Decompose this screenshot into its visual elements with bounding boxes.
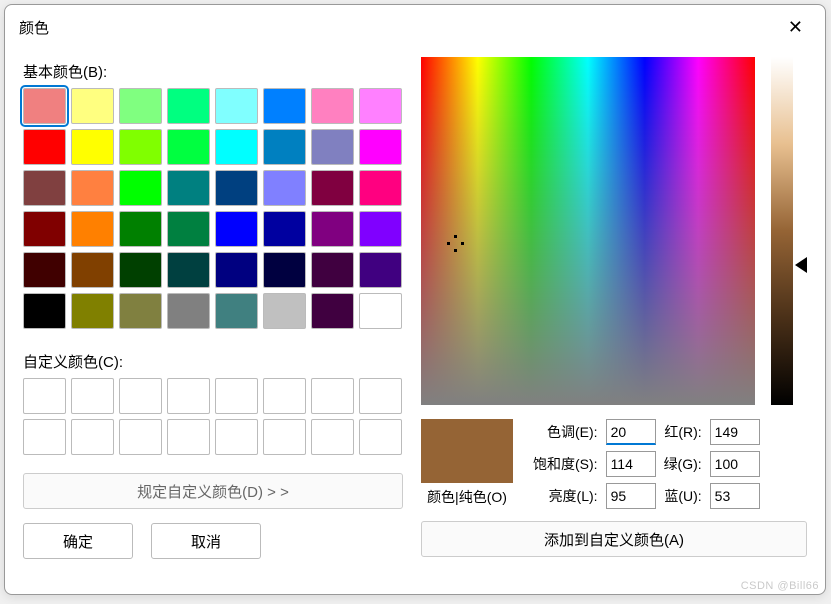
basic-colors-label: 基本颜色(B): (23, 61, 403, 82)
basic-color-swatch[interactable] (215, 252, 258, 288)
custom-color-swatch[interactable] (119, 378, 162, 414)
basic-color-swatch[interactable] (311, 129, 354, 165)
green-input[interactable] (710, 451, 760, 477)
basic-color-swatch[interactable] (119, 211, 162, 247)
basic-color-swatch[interactable] (23, 170, 66, 206)
basic-color-swatch[interactable] (71, 170, 114, 206)
custom-color-swatch[interactable] (167, 378, 210, 414)
value-inputs: 色调(E): 红(R): 饱和度(S): 绿(G): 亮度(L): 蓝(U): (533, 419, 760, 509)
basic-color-swatch[interactable] (263, 170, 306, 206)
custom-color-swatch[interactable] (71, 378, 114, 414)
basic-color-swatch[interactable] (359, 252, 402, 288)
basic-color-swatch[interactable] (263, 293, 306, 329)
custom-color-grid (23, 378, 403, 455)
basic-color-swatch[interactable] (311, 252, 354, 288)
color-preview (421, 419, 513, 483)
basic-color-swatch[interactable] (167, 88, 210, 124)
basic-color-swatch[interactable] (263, 252, 306, 288)
basic-color-swatch[interactable] (359, 88, 402, 124)
custom-color-swatch[interactable] (23, 419, 66, 455)
basic-color-swatch[interactable] (119, 129, 162, 165)
sat-label: 饱和度(S): (533, 454, 598, 474)
cancel-button[interactable]: 取消 (151, 523, 261, 559)
basic-color-swatch[interactable] (359, 129, 402, 165)
custom-color-swatch[interactable] (263, 378, 306, 414)
define-custom-button[interactable]: 规定自定义颜色(D) > > (23, 473, 403, 509)
hue-input[interactable] (606, 419, 656, 445)
basic-color-swatch[interactable] (311, 88, 354, 124)
custom-colors-label: 自定义颜色(C): (23, 351, 403, 372)
luminance-arrow-icon[interactable] (795, 257, 807, 273)
basic-color-swatch[interactable] (215, 211, 258, 247)
basic-color-swatch[interactable] (167, 129, 210, 165)
basic-color-swatch[interactable] (71, 88, 114, 124)
lum-input[interactable] (606, 483, 656, 509)
add-to-custom-button[interactable]: 添加到自定义颜色(A) (421, 521, 807, 557)
basic-color-swatch[interactable] (359, 170, 402, 206)
basic-color-swatch[interactable] (119, 88, 162, 124)
custom-color-swatch[interactable] (23, 378, 66, 414)
basic-color-swatch[interactable] (263, 88, 306, 124)
hue-label: 色调(E): (533, 422, 598, 442)
basic-color-swatch[interactable] (215, 170, 258, 206)
basic-color-grid (23, 88, 403, 329)
custom-color-swatch[interactable] (167, 419, 210, 455)
custom-color-swatch[interactable] (359, 378, 402, 414)
basic-color-swatch[interactable] (167, 293, 210, 329)
custom-color-swatch[interactable] (263, 419, 306, 455)
basic-color-swatch[interactable] (23, 88, 66, 124)
basic-color-swatch[interactable] (23, 129, 66, 165)
custom-color-swatch[interactable] (71, 419, 114, 455)
custom-color-swatch[interactable] (119, 419, 162, 455)
luminance-bar[interactable] (771, 57, 793, 405)
sat-input[interactable] (606, 451, 656, 477)
basic-color-swatch[interactable] (359, 211, 402, 247)
blue-input[interactable] (710, 483, 760, 509)
title-bar: 颜色 ✕ (5, 5, 825, 49)
basic-color-swatch[interactable] (119, 252, 162, 288)
close-icon[interactable]: ✕ (780, 13, 811, 42)
basic-color-swatch[interactable] (311, 170, 354, 206)
basic-color-swatch[interactable] (311, 211, 354, 247)
watermark: CSDN @Bill66 (741, 580, 819, 592)
color-dialog: 颜色 ✕ 基本颜色(B): 自定义颜色(C): 规定自定义颜色(D) > > 确… (4, 4, 826, 595)
red-input[interactable] (710, 419, 760, 445)
green-label: 绿(G): (664, 454, 702, 474)
basic-color-swatch[interactable] (263, 129, 306, 165)
basic-color-swatch[interactable] (71, 293, 114, 329)
color-gradient-picker[interactable] (421, 57, 755, 405)
custom-color-swatch[interactable] (311, 378, 354, 414)
basic-color-swatch[interactable] (215, 293, 258, 329)
right-panel: 颜色|纯色(O) 色调(E): 红(R): 饱和度(S): 绿(G): 亮度(L… (421, 49, 807, 559)
basic-color-swatch[interactable] (23, 252, 66, 288)
ok-button[interactable]: 确定 (23, 523, 133, 559)
basic-color-swatch[interactable] (23, 211, 66, 247)
preview-label: 颜色|纯色(O) (421, 487, 513, 507)
custom-color-swatch[interactable] (359, 419, 402, 455)
custom-color-swatch[interactable] (215, 419, 258, 455)
basic-color-swatch[interactable] (119, 293, 162, 329)
custom-color-swatch[interactable] (311, 419, 354, 455)
red-label: 红(R): (664, 422, 702, 442)
basic-color-swatch[interactable] (311, 293, 354, 329)
basic-color-swatch[interactable] (215, 129, 258, 165)
basic-color-swatch[interactable] (71, 252, 114, 288)
custom-color-swatch[interactable] (215, 378, 258, 414)
left-panel: 基本颜色(B): 自定义颜色(C): 规定自定义颜色(D) > > 确定 取消 (23, 49, 403, 559)
basic-color-swatch[interactable] (215, 88, 258, 124)
basic-color-swatch[interactable] (119, 170, 162, 206)
dialog-title: 颜色 (19, 17, 49, 38)
basic-color-swatch[interactable] (167, 211, 210, 247)
basic-color-swatch[interactable] (71, 129, 114, 165)
basic-color-swatch[interactable] (23, 293, 66, 329)
basic-color-swatch[interactable] (167, 252, 210, 288)
basic-color-swatch[interactable] (263, 211, 306, 247)
basic-color-swatch[interactable] (359, 293, 402, 329)
basic-color-swatch[interactable] (71, 211, 114, 247)
basic-color-swatch[interactable] (167, 170, 210, 206)
blue-label: 蓝(U): (664, 486, 702, 506)
lum-label: 亮度(L): (533, 486, 598, 506)
